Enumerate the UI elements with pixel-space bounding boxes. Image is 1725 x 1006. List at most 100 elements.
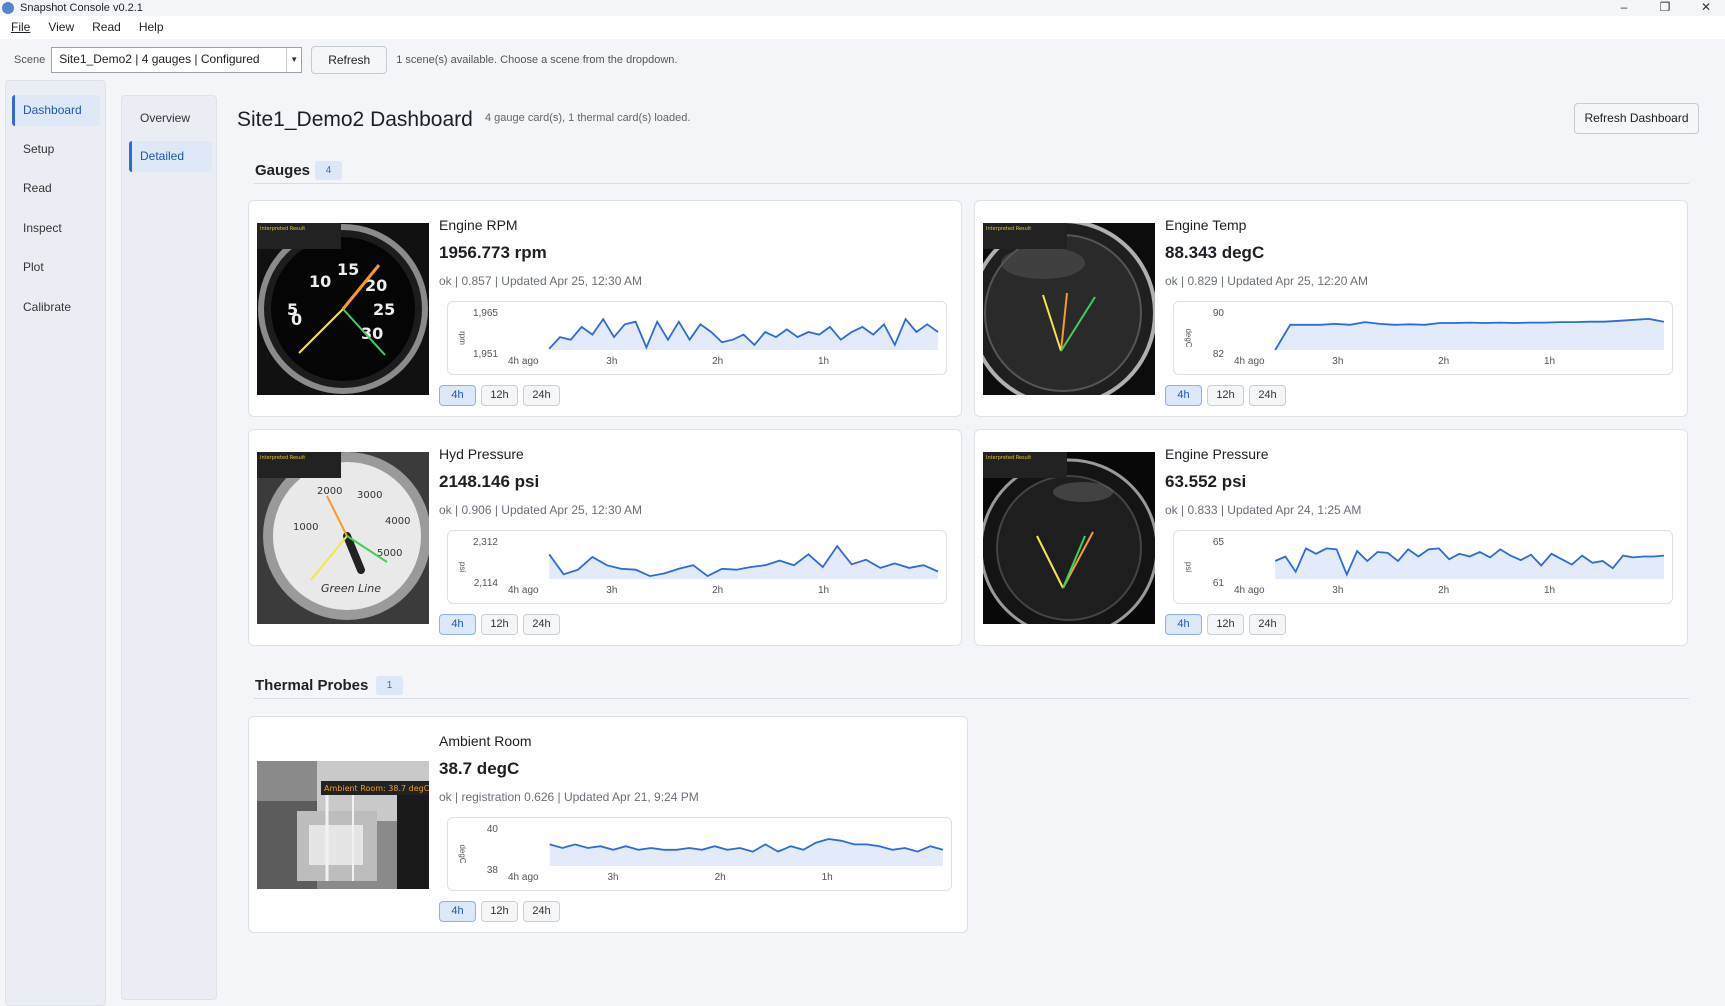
y-axis-label: degC bbox=[458, 844, 467, 863]
sparkline-chart[interactable]: 1,965 1,951 rpm 4h ago 3h 2h 1h bbox=[447, 301, 947, 375]
x-tick-label: 1h bbox=[818, 585, 829, 596]
menu-file[interactable]: File bbox=[0, 16, 39, 39]
range-button-12h[interactable]: 12h bbox=[1207, 614, 1244, 635]
range-button-24h[interactable]: 24h bbox=[523, 901, 560, 922]
thermal-count-badge: 1 bbox=[376, 676, 403, 695]
card-meta: ok | 0.829 | Updated Apr 25, 12:20 AM bbox=[1165, 274, 1369, 288]
refresh-dashboard-button[interactable]: Refresh Dashboard bbox=[1574, 103, 1699, 134]
x-tick-label: 4h ago bbox=[508, 585, 539, 596]
range-button-4h[interactable]: 4h bbox=[439, 901, 476, 922]
card-meta: ok | 0.906 | Updated Apr 25, 12:30 AM bbox=[439, 503, 643, 517]
card-meta: ok | 0.857 | Updated Apr 25, 12:30 AM bbox=[439, 274, 643, 288]
x-tick-label: 3h bbox=[608, 872, 619, 883]
y-tick-label: 38 bbox=[487, 865, 499, 876]
range-button-24h[interactable]: 24h bbox=[1249, 385, 1286, 406]
page-subtitle: 4 gauge card(s), 1 thermal card(s) loade… bbox=[485, 112, 691, 124]
sparkline-svg: 2,312 2,114 psi 4h ago 3h 2h 1h bbox=[458, 537, 939, 596]
gauge-image[interactable]: 0 5 10 15 20 25 30 Interpreted Result bbox=[257, 223, 429, 395]
refresh-button[interactable]: Refresh bbox=[311, 45, 388, 74]
range-button-4h[interactable]: 4h bbox=[439, 614, 476, 635]
x-tick-label: 4h ago bbox=[1234, 356, 1265, 367]
x-tick-label: 2h bbox=[712, 585, 723, 596]
gauges-count-badge: 4 bbox=[315, 161, 342, 180]
nav-item-dashboard[interactable]: Dashboard bbox=[12, 95, 100, 126]
section-divider bbox=[254, 698, 1689, 699]
sparkline-chart[interactable]: 40 38 degC 4h ago 3h 2h 1h bbox=[447, 817, 952, 891]
thumb-caption: Interpreted Result bbox=[986, 455, 1031, 461]
x-tick-label: 2h bbox=[1438, 356, 1449, 367]
menu-bar: File View Read Help bbox=[0, 16, 1725, 39]
thumb-caption: Ambient Room: 38.7 degC bbox=[324, 784, 429, 793]
range-selector: 4h 12h 24h bbox=[1165, 614, 1286, 635]
nav-item-setup[interactable]: Setup bbox=[12, 134, 100, 165]
range-button-24h[interactable]: 24h bbox=[1249, 614, 1286, 635]
range-button-4h[interactable]: 4h bbox=[1165, 614, 1202, 635]
range-button-12h[interactable]: 12h bbox=[481, 901, 518, 922]
range-button-4h[interactable]: 4h bbox=[439, 385, 476, 406]
chevron-down-icon[interactable]: ▼ bbox=[286, 47, 301, 72]
range-button-4h[interactable]: 4h bbox=[1165, 385, 1202, 406]
sparkline-svg: 1,965 1,951 rpm 4h ago 3h 2h 1h bbox=[458, 308, 939, 367]
nav-item-read[interactable]: Read bbox=[12, 173, 100, 204]
range-button-24h[interactable]: 24h bbox=[523, 614, 560, 635]
sparkline-chart[interactable]: 90 82 degC 4h ago 3h 2h 1h bbox=[1173, 301, 1673, 375]
menu-view[interactable]: View bbox=[39, 16, 83, 39]
scene-select[interactable]: Site1_Demo2 | 4 gauges | Configured ▼ bbox=[51, 46, 303, 73]
thermal-card-ambient-room: Ambient Room: 38.7 degC Ambient Room 38.… bbox=[248, 716, 968, 933]
range-button-12h[interactable]: 12h bbox=[481, 614, 518, 635]
card-title: Hyd Pressure bbox=[439, 446, 524, 462]
y-tick-label: 1,951 bbox=[473, 349, 498, 360]
nav-item-plot[interactable]: Plot bbox=[12, 252, 100, 283]
y-axis-label: psi bbox=[458, 562, 467, 572]
thermal-section-title: Thermal Probes bbox=[255, 677, 369, 694]
subnav-overview[interactable]: Overview bbox=[129, 103, 212, 134]
range-button-12h[interactable]: 12h bbox=[481, 385, 518, 406]
dial-label: 3000 bbox=[357, 490, 382, 501]
y-tick-label: 2,312 bbox=[473, 537, 498, 548]
thermal-image[interactable]: Ambient Room: 38.7 degC bbox=[257, 761, 429, 889]
scene-select-value: Site1_Demo2 | 4 gauges | Configured bbox=[59, 51, 260, 66]
window-titlebar: Snapshot Console v0.2.1 – ❐ ✕ bbox=[0, 0, 1725, 16]
menu-help[interactable]: Help bbox=[130, 16, 173, 39]
maximize-icon[interactable]: ❐ bbox=[1655, 0, 1675, 14]
x-tick-label: 3h bbox=[606, 356, 617, 367]
gauge-brand: Green Line bbox=[321, 582, 381, 595]
scene-bar: Scene Site1_Demo2 | 4 gauges | Configure… bbox=[0, 39, 1725, 80]
minimize-icon[interactable]: – bbox=[1614, 0, 1634, 14]
subnav-detailed[interactable]: Detailed bbox=[129, 141, 212, 172]
nav-item-calibrate[interactable]: Calibrate bbox=[12, 292, 100, 323]
x-tick-label: 2h bbox=[712, 356, 723, 367]
dial-label: 2000 bbox=[317, 486, 342, 497]
x-tick-label: 4h ago bbox=[508, 356, 539, 367]
x-tick-label: 3h bbox=[606, 585, 617, 596]
page-title: Site1_Demo2 Dashboard bbox=[237, 108, 473, 131]
card-value: 88.343 degC bbox=[1165, 243, 1265, 262]
sparkline-svg: 40 38 degC 4h ago 3h 2h 1h bbox=[458, 824, 944, 883]
range-button-12h[interactable]: 12h bbox=[1207, 385, 1244, 406]
range-button-24h[interactable]: 24h bbox=[523, 385, 560, 406]
close-icon[interactable]: ✕ bbox=[1696, 0, 1716, 14]
scene-status: 1 scene(s) available. Choose a scene fro… bbox=[396, 53, 678, 66]
range-selector: 4h 12h 24h bbox=[439, 614, 560, 635]
sparkline-chart[interactable]: 65 61 psi 4h ago 3h 2h 1h bbox=[1173, 530, 1673, 604]
thumb-caption: Interpreted Result bbox=[986, 226, 1031, 232]
range-selector: 4h 12h 24h bbox=[439, 901, 560, 922]
gauge-card-engine-pressure: Interpreted Result Engine Pressure 63.55… bbox=[974, 429, 1688, 646]
x-tick-label: 2h bbox=[1438, 585, 1449, 596]
dial-label: 1000 bbox=[293, 522, 318, 533]
card-value: 1956.773 rpm bbox=[439, 243, 547, 262]
nav-item-inspect[interactable]: Inspect bbox=[12, 213, 100, 244]
gauge-image[interactable]: Interpreted Result bbox=[983, 452, 1155, 624]
range-selector: 4h 12h 24h bbox=[439, 385, 560, 406]
card-value: 38.7 degC bbox=[439, 759, 520, 778]
y-tick-label: 1,965 bbox=[473, 308, 498, 319]
x-tick-label: 1h bbox=[822, 872, 833, 883]
x-tick-label: 1h bbox=[1544, 585, 1555, 596]
gauge-image[interactable]: Interpreted Result bbox=[983, 223, 1155, 395]
dial-label: 25 bbox=[373, 300, 395, 319]
card-title: Engine Temp bbox=[1165, 217, 1247, 233]
card-meta: ok | registration 0.626 | Updated Apr 21… bbox=[439, 790, 699, 804]
sparkline-chart[interactable]: 2,312 2,114 psi 4h ago 3h 2h 1h bbox=[447, 530, 947, 604]
menu-read[interactable]: Read bbox=[83, 16, 130, 39]
gauge-image[interactable]: 1000 2000 3000 4000 5000 Green Line Inte… bbox=[257, 452, 429, 624]
